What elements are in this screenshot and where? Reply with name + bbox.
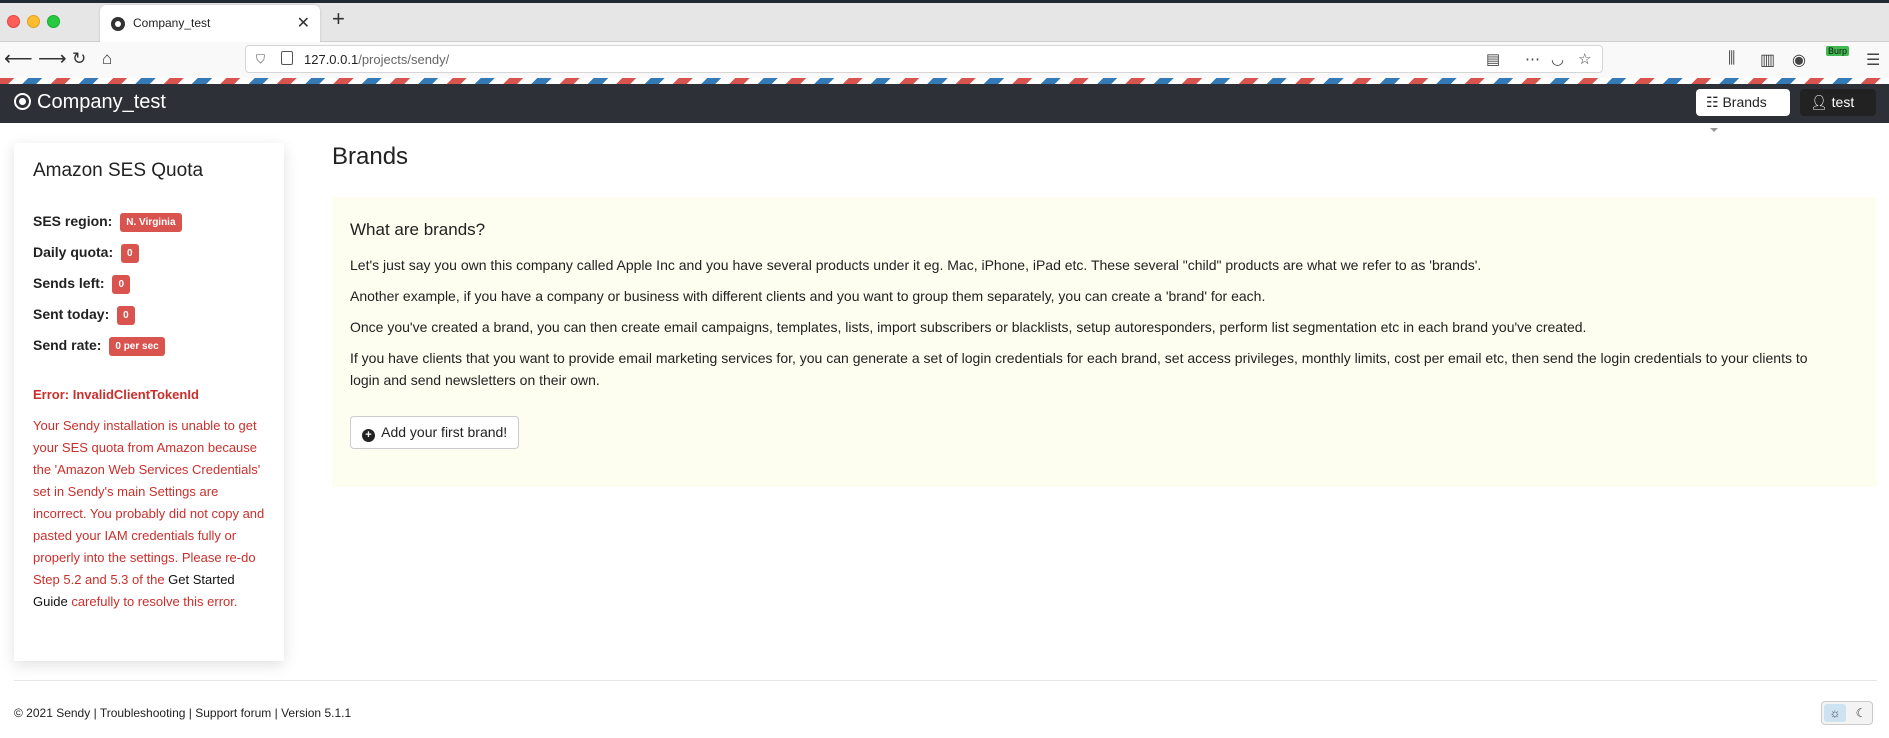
address-bar[interactable]: ⛉ 127.0.0.1/projects/sendy/ ▤ ⋯ ◡ ☆ xyxy=(245,45,1603,73)
error-message: Your Sendy installation is unable to get… xyxy=(33,415,268,613)
bookmark-star-icon[interactable]: ☆ xyxy=(1578,50,1591,68)
quota-row-send-rate: Send rate: 0 per sec xyxy=(33,337,165,356)
tab-favicon-icon xyxy=(111,17,125,31)
chevron-down-icon xyxy=(1710,128,1718,133)
window-top-stripe xyxy=(0,0,1889,3)
plus-circle-icon: + xyxy=(362,429,375,442)
new-tab-button[interactable]: + xyxy=(332,8,345,30)
sun-icon[interactable]: ☼ xyxy=(1824,704,1846,722)
sidebar-toggle-icon[interactable]: ▥ xyxy=(1760,50,1775,70)
account-icon[interactable]: ◉ xyxy=(1792,50,1806,70)
chevron-down-icon xyxy=(1814,128,1822,133)
menu-icon[interactable]: ☰ xyxy=(1866,50,1880,70)
quota-badge: N. Virginia xyxy=(120,213,182,232)
support-forum-link[interactable]: Support forum xyxy=(195,706,271,720)
quota-row-region: SES region: N. Virginia xyxy=(33,213,182,232)
error-title: Error: InvalidClientTokenId xyxy=(33,387,199,402)
quota-label: Daily quota: xyxy=(33,244,114,261)
browser-navbar: ⟵ ⟶ ↻ ⌂ ⛉ 127.0.0.1/projects/sendy/ ▤ ⋯ … xyxy=(0,42,1889,78)
info-paragraph: Once you've created a brand, you can the… xyxy=(350,319,1587,335)
quota-label: Sent today: xyxy=(33,306,110,323)
add-first-brand-button[interactable]: + Add your first brand! xyxy=(350,416,520,449)
list-icon: ☷ xyxy=(1706,94,1719,110)
info-heading: What are brands? xyxy=(350,220,486,239)
window-minimize-button[interactable] xyxy=(27,15,40,28)
copyright-text: © 2021 Sendy xyxy=(14,706,91,720)
brands-label: Brands xyxy=(1722,94,1767,110)
reader-view-icon[interactable]: ▤ xyxy=(1486,50,1500,68)
quota-row-sent-today: Sent today: 0 xyxy=(33,306,135,325)
quota-row-daily: Daily quota: 0 xyxy=(33,244,139,263)
info-paragraph: Let's just say you own this company call… xyxy=(350,257,1482,273)
page-actions-icon[interactable]: ⋯ xyxy=(1525,50,1540,68)
url-text[interactable]: 127.0.0.1/projects/sendy/ xyxy=(304,52,449,67)
sendy-logo-icon xyxy=(14,93,31,110)
theme-toggle[interactable]: ☼ ☾ xyxy=(1821,701,1873,725)
brands-info-panel: What are brands? Let's just say you own … xyxy=(332,197,1877,487)
user-icon: 👤︎ xyxy=(1810,94,1828,110)
tab-title: Company_test xyxy=(133,16,211,30)
page-info-icon[interactable] xyxy=(281,51,293,65)
version-text: Version 5.1.1 xyxy=(281,706,352,720)
home-icon[interactable]: ⌂ xyxy=(102,48,112,70)
info-paragraph: If you have clients that you want to pro… xyxy=(350,350,1808,388)
tracking-shield-icon[interactable]: ⛉ xyxy=(256,52,265,67)
moon-icon[interactable]: ☾ xyxy=(1852,704,1870,722)
quota-label: Sends left: xyxy=(33,275,105,292)
tab-close-icon[interactable]: ✕ xyxy=(297,13,310,33)
footer: © 2021 Sendy | Troubleshooting | Support… xyxy=(14,706,351,720)
forward-icon[interactable]: ⟶ xyxy=(38,48,67,70)
burp-extension-badge[interactable]: Burp xyxy=(1826,46,1850,56)
info-paragraph: Another example, if you have a company o… xyxy=(350,288,1266,304)
window-close-button[interactable] xyxy=(7,15,20,28)
quota-badge: 0 xyxy=(121,244,139,263)
app-title[interactable]: Company_test xyxy=(37,91,166,114)
quota-badge: 0 xyxy=(112,275,131,294)
troubleshooting-link[interactable]: Troubleshooting xyxy=(100,706,186,720)
footer-separator: | xyxy=(271,706,282,720)
quota-label: SES region: xyxy=(33,213,113,230)
brands-dropdown-button[interactable]: ☷ Brands xyxy=(1696,89,1790,133)
page-title: Brands xyxy=(332,143,409,170)
error-text: carefully to resolve this error. xyxy=(67,594,238,609)
browser-tabbar: Company_test ✕ + xyxy=(0,0,1889,42)
ses-quota-card: Amazon SES Quota SES region: N. Virginia… xyxy=(14,143,284,661)
quota-badge: 0 per sec xyxy=(109,337,165,356)
footer-divider xyxy=(14,680,1877,681)
app-header: Company_test ☷ Brands 👤︎ test xyxy=(0,84,1889,133)
footer-separator: | xyxy=(90,706,100,720)
reload-icon[interactable]: ↻ xyxy=(72,48,86,70)
quota-row-sends-left: Sends left: 0 xyxy=(33,275,131,294)
quota-title: Amazon SES Quota xyxy=(33,160,204,181)
window-zoom-button[interactable] xyxy=(47,15,60,28)
browser-tab[interactable]: Company_test ✕ xyxy=(100,5,320,42)
pocket-icon[interactable]: ◡ xyxy=(1551,50,1564,68)
library-icon[interactable]: ⫼ xyxy=(1728,50,1735,68)
user-label: test xyxy=(1831,94,1855,110)
quota-badge: 0 xyxy=(117,306,135,325)
footer-separator: | xyxy=(185,706,196,720)
back-icon[interactable]: ⟵ xyxy=(4,48,33,70)
user-dropdown-button[interactable]: 👤︎ test xyxy=(1800,89,1876,133)
quota-label: Send rate: xyxy=(33,337,102,354)
add-button-label: Add your first brand! xyxy=(381,424,508,440)
error-text: Your Sendy installation is unable to get… xyxy=(33,418,265,587)
